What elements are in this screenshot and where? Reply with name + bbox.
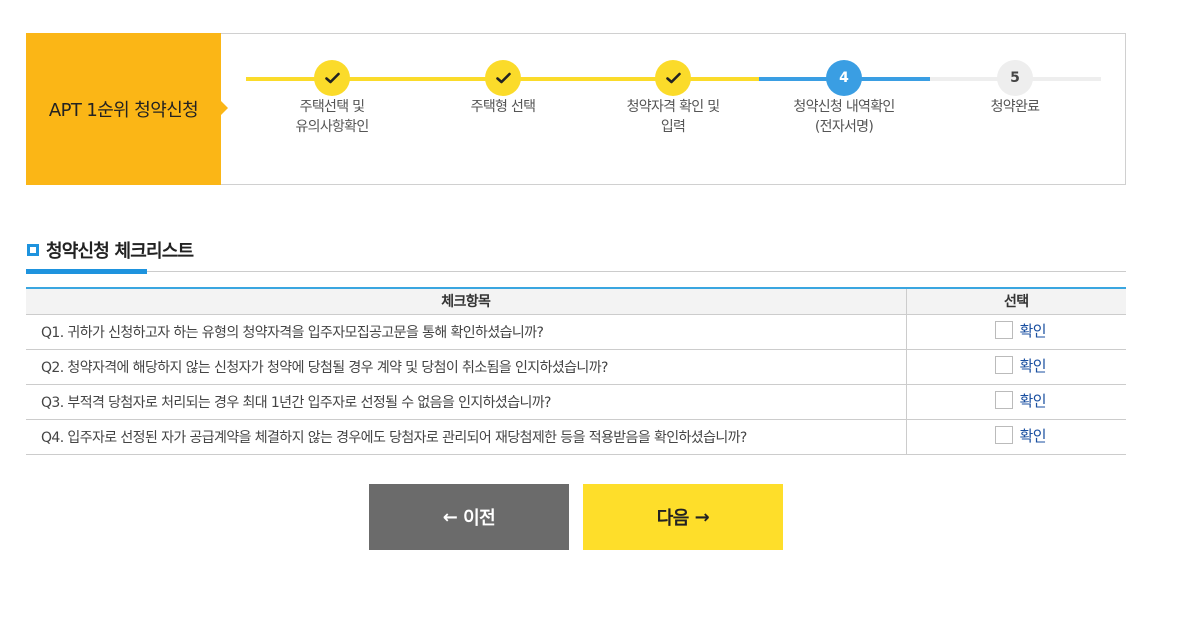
select-cell: 확인 — [906, 349, 1126, 385]
header-select: 선택 — [906, 288, 1126, 315]
section-title: 청약신청 체크리스트 — [46, 241, 194, 262]
question-text: Q4. 입주자로 선정된 자가 공급계약을 체결하지 않는 경우에도 당첨자로 … — [26, 419, 907, 455]
section-title-underline — [26, 269, 147, 274]
checklist-table: 체크항목 선택 Q1. 귀하가 신청하고자 하는 유형의 청약자격을 입주자모집… — [26, 287, 1126, 455]
checkbox[interactable] — [994, 356, 1013, 375]
select-cell: 확인 — [906, 419, 1126, 455]
check-icon — [665, 72, 681, 84]
step-progress-banner: APT 1순위 청약신청 주택선택 및 유의사항확인 주택형 선택 청약자격 확… — [26, 33, 1126, 185]
table-row: Q3. 부적격 당첨자로 처리되는 경우 최대 1년간 입주자로 선정될 수 없… — [26, 384, 1126, 420]
table-row: Q4. 입주자로 선정된 자가 공급계약을 체결하지 않는 경우에도 당첨자로 … — [26, 419, 1126, 455]
check-icon — [495, 72, 511, 84]
step-3: 청약자격 확인 및 입력 — [598, 60, 748, 137]
next-button-label: 다음 — [656, 508, 690, 529]
table-row: Q1. 귀하가 신청하고자 하는 유형의 청약자격을 입주자모집공고문을 통해 … — [26, 314, 1126, 350]
checkbox[interactable] — [994, 426, 1013, 445]
next-button[interactable]: 다음 → — [583, 484, 783, 550]
table-header-row: 체크항목 선택 — [26, 288, 1126, 315]
arrow-left-icon: ← — [442, 506, 458, 528]
check-icon — [324, 72, 340, 84]
confirm-label[interactable]: 확인 — [1020, 425, 1047, 446]
confirm-checkbox-q3[interactable]: 확인 — [994, 390, 1047, 411]
question-text: Q3. 부적격 당첨자로 처리되는 경우 최대 1년간 입주자로 선정될 수 없… — [26, 384, 907, 420]
confirm-checkbox-q2[interactable]: 확인 — [994, 355, 1047, 376]
step-4-circle: 4 — [826, 60, 862, 96]
table-row: Q2. 청약자격에 해당하지 않는 신청자가 청약에 당첨될 경우 계약 및 당… — [26, 349, 1126, 385]
prev-button-label: 이전 — [463, 508, 496, 529]
step-5: 5 청약완료 — [940, 60, 1090, 117]
confirm-label[interactable]: 확인 — [1020, 355, 1047, 376]
banner-title: APT 1순위 청약신청 — [26, 33, 228, 185]
prev-button[interactable]: ← 이전 — [369, 484, 569, 550]
step-2-circle — [485, 60, 521, 96]
checkbox[interactable] — [994, 391, 1013, 410]
checkbox[interactable] — [994, 321, 1013, 340]
confirm-label[interactable]: 확인 — [1020, 320, 1047, 341]
square-bullet-icon — [27, 244, 39, 256]
step-5-label: 청약완료 — [990, 99, 1040, 115]
step-1: 주택선택 및 유의사항확인 — [257, 60, 407, 137]
confirm-label[interactable]: 확인 — [1020, 390, 1047, 411]
step-2-label: 주택형 선택 — [470, 99, 536, 115]
step-1-label: 주택선택 및 유의사항확인 — [295, 99, 369, 135]
question-text: Q2. 청약자격에 해당하지 않는 신청자가 청약에 당첨될 경우 계약 및 당… — [26, 349, 907, 385]
section-heading: 청약신청 체크리스트 — [26, 236, 1126, 274]
step-3-circle — [655, 60, 691, 96]
step-2: 주택형 선택 — [428, 60, 578, 117]
step-5-circle: 5 — [997, 60, 1033, 96]
step-3-label: 청약자격 확인 및 입력 — [626, 99, 720, 135]
select-cell: 확인 — [906, 314, 1126, 350]
arrow-right-icon: → — [694, 506, 710, 528]
confirm-checkbox-q4[interactable]: 확인 — [994, 425, 1047, 446]
confirm-checkbox-q1[interactable]: 확인 — [994, 320, 1047, 341]
step-1-circle — [314, 60, 350, 96]
question-text: Q1. 귀하가 신청하고자 하는 유형의 청약자격을 입주자모집공고문을 통해 … — [26, 314, 907, 350]
step-4: 4 청약신청 내역확인 (전자서명) — [769, 60, 919, 137]
select-cell: 확인 — [906, 384, 1126, 420]
header-check-item: 체크항목 — [26, 288, 907, 315]
step-4-label: 청약신청 내역확인 (전자서명) — [793, 99, 895, 135]
